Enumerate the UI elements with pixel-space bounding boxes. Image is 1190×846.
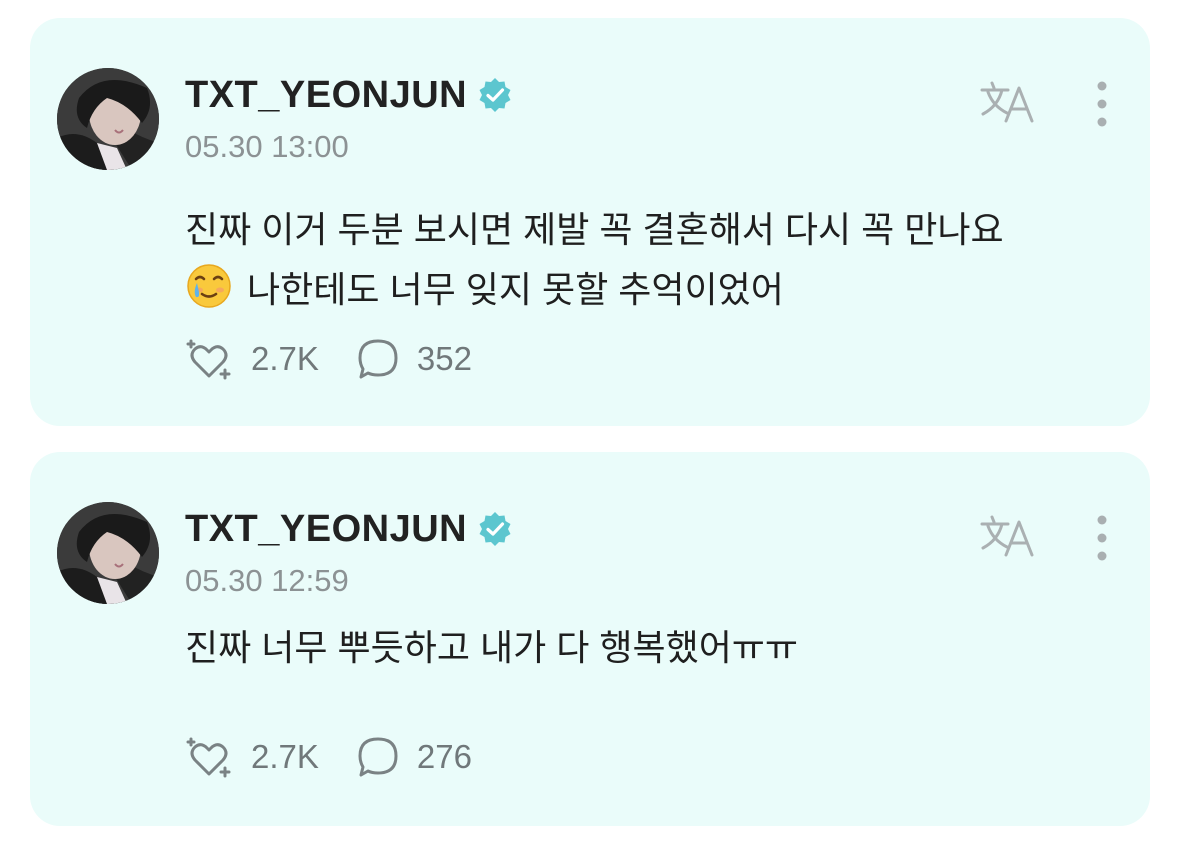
comment-stat[interactable]: 352 xyxy=(357,338,472,380)
more-options-icon[interactable] xyxy=(1094,80,1110,128)
post-text: 나한테도 너무 잊지 못할 추억이었어 xyxy=(247,269,784,310)
post-timestamp: 05.30 13:00 xyxy=(185,129,349,164)
post-text-line-with-emoji: 나한테도 너무 잊지 못할 추억이었어 xyxy=(185,260,1125,328)
post-body: 진짜 이거 두분 보시면 제발 꼭 결혼해서 다시 꼭 만나요 나한테도 너무 … xyxy=(185,200,1125,328)
post-text-line: 진짜 너무 뿌듯하고 내가 다 행복했어ㅠㅠ xyxy=(185,627,799,668)
post-body: 진짜 너무 뿌듯하고 내가 다 행복했어ㅠㅠ xyxy=(185,618,1125,678)
like-stat[interactable]: 2.7K xyxy=(185,734,319,780)
post-stats: 2.7K 352 xyxy=(185,336,510,382)
post-stats: 2.7K 276 xyxy=(185,734,510,780)
verified-badge-icon xyxy=(477,77,513,113)
like-count: 2.7K xyxy=(251,340,319,377)
comment-bubble-icon[interactable] xyxy=(357,338,399,380)
like-sparkle-heart-icon[interactable] xyxy=(185,734,233,780)
more-options-icon[interactable] xyxy=(1094,514,1110,562)
verified-badge-icon xyxy=(477,511,513,547)
comment-count: 352 xyxy=(416,340,472,377)
comment-bubble-icon[interactable] xyxy=(357,736,399,778)
smiling-face-with-tear-icon xyxy=(185,262,233,328)
translate-icon[interactable] xyxy=(980,514,1038,558)
username[interactable]: TXT_YEONJUN xyxy=(185,510,467,548)
comment-count: 276 xyxy=(416,738,472,775)
translate-icon[interactable] xyxy=(980,80,1038,124)
post-card[interactable]: TXT_YEONJUN 05.30 12:59 진짜 너무 뿌듯하고 내가 다 … xyxy=(30,452,1150,826)
username[interactable]: TXT_YEONJUN xyxy=(185,76,467,114)
avatar[interactable] xyxy=(57,502,159,604)
like-stat[interactable]: 2.7K xyxy=(185,336,319,382)
comment-stat[interactable]: 276 xyxy=(357,736,472,778)
post-text-line: 진짜 이거 두분 보시면 제발 꼭 결혼해서 다시 꼭 만나요 xyxy=(185,209,1004,250)
post-timestamp: 05.30 12:59 xyxy=(185,563,349,598)
like-sparkle-heart-icon[interactable] xyxy=(185,336,233,382)
post-card[interactable]: TXT_YEONJUN 05.30 13:00 진짜 이거 두분 보시면 제발 … xyxy=(30,18,1150,426)
avatar[interactable] xyxy=(57,68,159,170)
like-count: 2.7K xyxy=(251,738,319,775)
